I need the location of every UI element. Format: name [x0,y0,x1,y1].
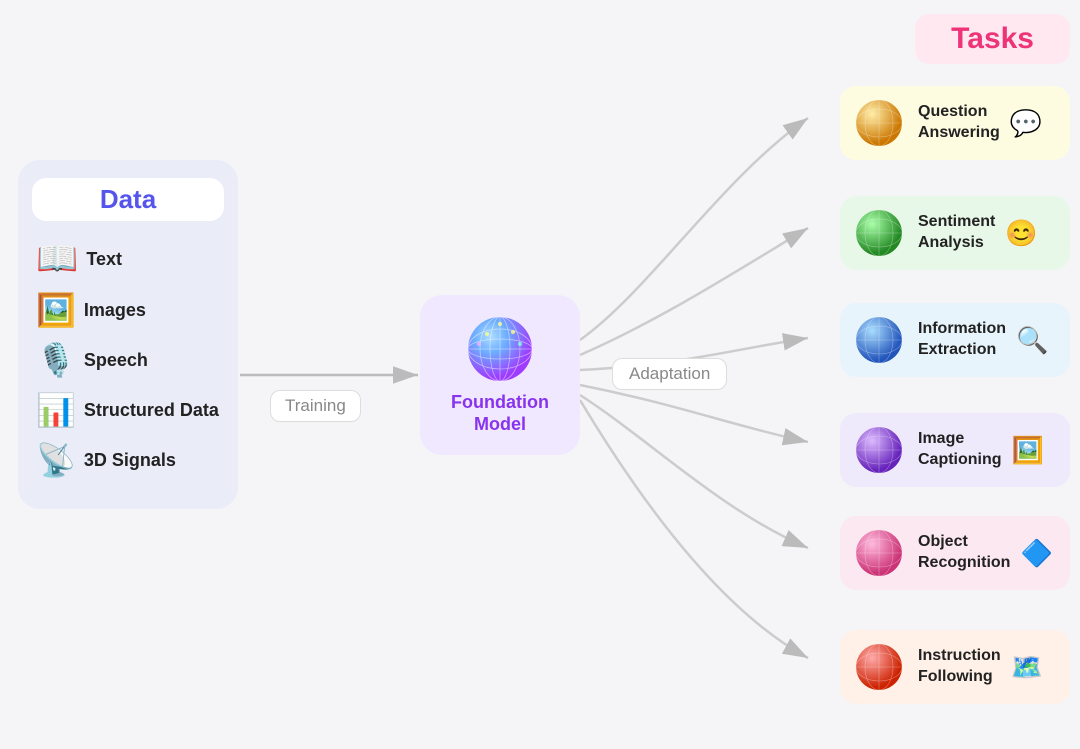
info-label: InformationExtraction [918,319,1006,361]
sentiment-sphere-icon [854,208,904,258]
data-panel: Data 📖 Text 🖼️ Images 🎙️ Speech 📊 Struct… [18,160,238,509]
speech-icon: 🎙️ [36,341,76,379]
data-item-label: Structured Data [84,400,219,421]
data-item-label: Images [84,300,146,321]
images-icon: 🖼️ [36,291,76,329]
training-label: Training [270,390,361,422]
qa-label: QuestionAnswering [918,102,1000,144]
data-item-label: Text [86,249,122,270]
structured-icon: 📊 [36,391,76,429]
task-card-object: ObjectRecognition 🔷 [840,516,1070,590]
data-item-label: 3D Signals [84,450,176,471]
data-item-text: 📖 Text [32,239,224,279]
task-card-instruction: InstructionFollowing 🗺️ [840,630,1070,704]
data-item-label: Speech [84,350,148,371]
task-card-qa: QuestionAnswering 💬 [840,86,1070,160]
data-item-3dsignals: 📡 3D Signals [32,441,224,479]
data-title: Data [32,178,224,221]
data-item-structured: 📊 Structured Data [32,391,224,429]
qa-sphere-icon [854,98,904,148]
data-item-speech: 🎙️ Speech [32,341,224,379]
qa-icon: 💬 [1010,108,1042,139]
foundation-model-box: FoundationModel [420,295,580,455]
tasks-header: Tasks [915,14,1070,64]
sentiment-label: SentimentAnalysis [918,212,995,254]
sentiment-icon: 😊 [1005,218,1037,249]
task-card-sentiment: SentimentAnalysis 😊 [840,196,1070,270]
text-icon: 📖 [36,239,78,279]
task-card-info: InformationExtraction 🔍 [840,303,1070,377]
object-sphere-icon [854,528,904,578]
caption-label: ImageCaptioning [918,429,1002,471]
foundation-sphere-icon [465,314,535,384]
task-card-caption: ImageCaptioning 🖼️ [840,413,1070,487]
info-sphere-icon [854,315,904,365]
instruction-sphere-icon [854,642,904,692]
foundation-model-label: FoundationModel [451,392,549,435]
data-item-images: 🖼️ Images [32,291,224,329]
adaptation-label: Adaptation [612,358,727,390]
caption-sphere-icon [854,425,904,475]
object-label: ObjectRecognition [918,532,1010,574]
instruction-icon: 🗺️ [1011,652,1043,683]
object-icon: 🔷 [1020,538,1052,569]
caption-icon: 🖼️ [1012,435,1044,466]
signals-icon: 📡 [36,441,76,479]
info-icon: 🔍 [1016,325,1048,356]
instruction-label: InstructionFollowing [918,646,1001,688]
